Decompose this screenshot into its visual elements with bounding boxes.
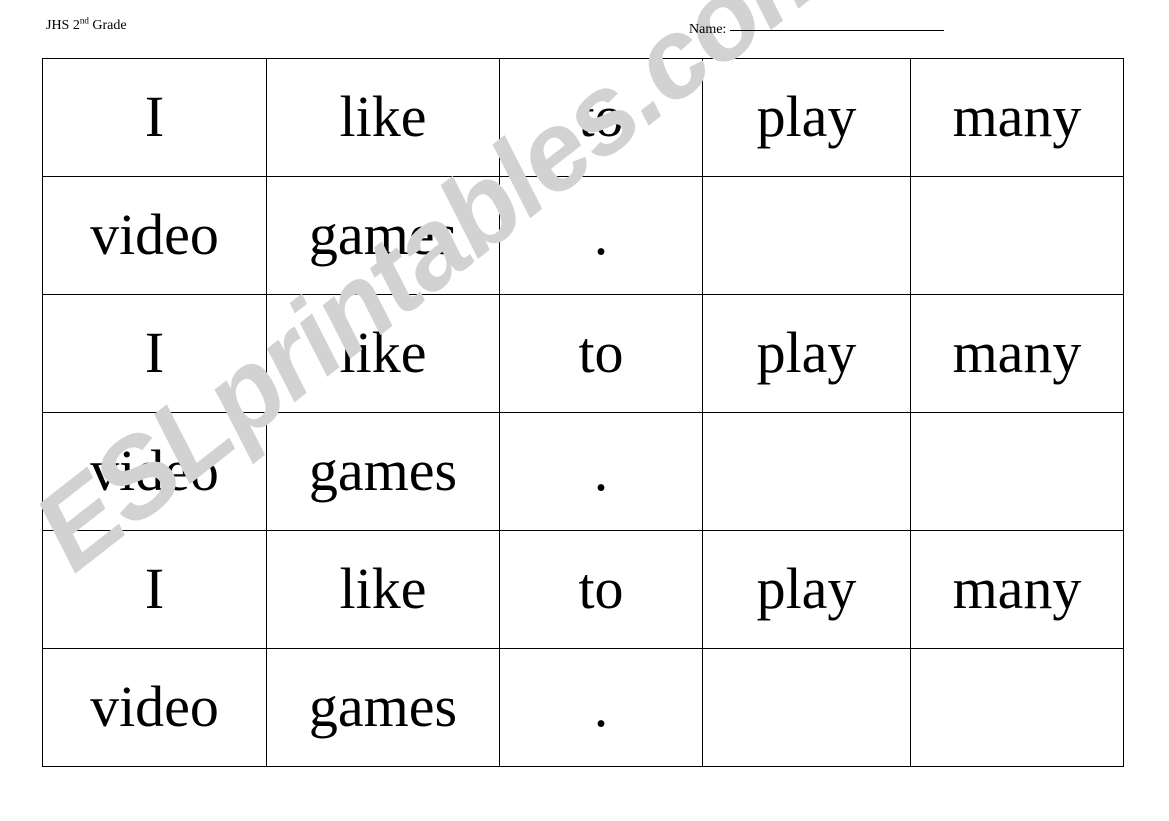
word-cell-empty[interactable]: [910, 176, 1124, 295]
word-cell-text: like: [339, 320, 427, 386]
word-cell-text: .: [593, 438, 609, 504]
word-cell[interactable]: like: [266, 58, 500, 177]
word-cell[interactable]: video: [42, 412, 267, 531]
word-cell[interactable]: .: [499, 412, 703, 531]
word-cell-empty[interactable]: [702, 176, 911, 295]
name-input-line[interactable]: [730, 18, 945, 31]
page-header: JHS 2nd Grade Name:: [0, 0, 1169, 58]
grade-prefix: JHS 2: [46, 18, 80, 33]
word-cell[interactable]: to: [499, 294, 703, 413]
word-cell[interactable]: .: [499, 648, 703, 767]
word-cell[interactable]: play: [702, 294, 911, 413]
word-cell-text: many: [952, 320, 1082, 386]
word-cell[interactable]: video: [42, 176, 267, 295]
name-block: Name:: [689, 18, 945, 38]
word-cell-text: I: [144, 556, 165, 622]
word-cell[interactable]: games: [266, 176, 500, 295]
word-cell-text: play: [756, 556, 857, 622]
word-cell-text: to: [578, 556, 624, 622]
word-cell[interactable]: many: [910, 530, 1124, 649]
word-cell-text: to: [578, 320, 624, 386]
table-row: I like to play many: [42, 294, 1124, 413]
word-card-table-body: I like to play many video games . I like…: [42, 58, 1124, 767]
table-row: video games .: [42, 648, 1124, 767]
word-cell-text: play: [756, 320, 857, 386]
word-cell[interactable]: to: [499, 58, 703, 177]
grade-suffix: Grade: [88, 18, 127, 33]
word-cell-text: .: [593, 674, 609, 740]
word-cell[interactable]: video: [42, 648, 267, 767]
word-cell-text: like: [339, 84, 427, 150]
word-cell[interactable]: like: [266, 530, 500, 649]
name-label: Name:: [689, 22, 727, 37]
table-row: video games .: [42, 412, 1124, 531]
word-cell[interactable]: many: [910, 294, 1124, 413]
table-row: I like to play many: [42, 58, 1124, 177]
word-cell-text: .: [593, 202, 609, 268]
table-row: video games .: [42, 176, 1124, 295]
word-cell[interactable]: games: [266, 648, 500, 767]
word-cell-text: games: [308, 438, 458, 504]
word-cell-text: video: [90, 674, 219, 740]
word-cell-empty[interactable]: [910, 412, 1124, 531]
word-cell-text: to: [578, 84, 624, 150]
word-cell[interactable]: I: [42, 58, 267, 177]
word-cell-text: play: [756, 84, 857, 150]
grade-ordinal-suffix: nd: [79, 15, 89, 26]
word-cell[interactable]: like: [266, 294, 500, 413]
grade-label: JHS 2nd Grade: [46, 15, 127, 34]
word-cell-text: video: [90, 438, 219, 504]
word-cell-text: video: [90, 202, 219, 268]
word-cell[interactable]: games: [266, 412, 500, 531]
word-cell[interactable]: to: [499, 530, 703, 649]
word-card-table: I like to play many video games . I like…: [42, 58, 1124, 767]
word-cell[interactable]: I: [42, 294, 267, 413]
word-cell-text: games: [308, 202, 458, 268]
word-cell[interactable]: play: [702, 58, 911, 177]
word-cell-text: I: [144, 84, 165, 150]
word-cell-text: I: [144, 320, 165, 386]
table-row: I like to play many: [42, 530, 1124, 649]
word-cell-text: many: [952, 556, 1082, 622]
word-cell-empty[interactable]: [702, 412, 911, 531]
word-cell[interactable]: play: [702, 530, 911, 649]
worksheet-page: JHS 2nd Grade Name: I like to play many …: [0, 0, 1169, 821]
word-cell[interactable]: I: [42, 530, 267, 649]
word-cell[interactable]: .: [499, 176, 703, 295]
word-cell-empty[interactable]: [702, 648, 911, 767]
word-cell-text: many: [952, 84, 1082, 150]
word-cell-empty[interactable]: [910, 648, 1124, 767]
word-cell-text: like: [339, 556, 427, 622]
word-cell[interactable]: many: [910, 58, 1124, 177]
word-cell-text: games: [308, 674, 458, 740]
